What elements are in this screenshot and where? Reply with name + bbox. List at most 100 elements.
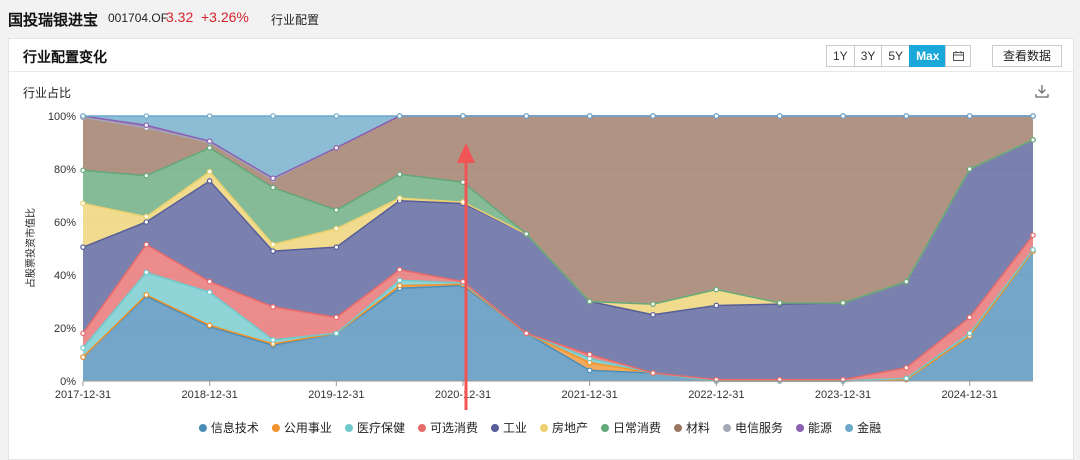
data-point [206, 138, 213, 144]
data-point [80, 200, 86, 207]
data-point [80, 345, 86, 351]
legend-marker [539, 424, 548, 432]
legend-marker [796, 424, 805, 432]
data-point [333, 225, 340, 232]
data-point [206, 278, 213, 285]
data-point [143, 172, 150, 179]
data-point [903, 278, 910, 285]
data-point [966, 314, 973, 321]
legend-item[interactable]: 金融 [845, 420, 881, 435]
data-point [270, 241, 276, 248]
data-point [650, 311, 656, 318]
data-point [1030, 113, 1036, 119]
data-point [523, 231, 530, 237]
x-tick-label: 2024-12-31 [942, 389, 998, 401]
data-point [650, 301, 656, 307]
data-point [586, 367, 593, 374]
stacked-area-chart: 0% 20% 40% 60% 80% 100% 2017-12-31 2018-12-31 2… [24, 111, 1036, 435]
legend-item[interactable]: 公用事业 [271, 421, 332, 435]
data-point [333, 314, 340, 321]
data-point [713, 302, 720, 309]
data-point [206, 145, 213, 151]
data-point [270, 337, 276, 343]
data-point [523, 113, 530, 119]
data-point [206, 113, 213, 119]
data-point [903, 364, 910, 371]
legend-marker [417, 424, 426, 432]
x-tick-label: 2019-12-31 [308, 389, 364, 401]
data-point [143, 213, 150, 220]
data-point [396, 282, 403, 289]
data-point [776, 300, 783, 306]
data-point [333, 113, 340, 119]
legend-item[interactable]: 可选消费 [417, 421, 478, 435]
legend-item[interactable]: 能源 [796, 421, 832, 435]
legend-marker [344, 424, 353, 432]
data-point [523, 330, 530, 337]
legend-label: 可选消费 [430, 421, 478, 435]
data-point [143, 219, 150, 225]
legend-marker [601, 424, 610, 432]
legend-item[interactable]: 医疗保健 [344, 421, 405, 435]
data-point [270, 184, 276, 191]
data-point [776, 113, 783, 119]
data-point [966, 113, 973, 119]
data-point [333, 145, 340, 151]
y-tick-label: 80% [54, 164, 76, 176]
legend-label: 材料 [686, 421, 710, 435]
data-point [396, 113, 403, 119]
legend-marker [674, 424, 683, 432]
data-point [333, 244, 340, 250]
legend-label: 金融 [857, 420, 881, 435]
data-point [840, 113, 846, 119]
data-point [333, 330, 340, 337]
data-point [903, 113, 910, 119]
data-point [396, 266, 403, 273]
data-point [80, 113, 86, 119]
data-point [713, 113, 720, 119]
legend-label: 能源 [808, 421, 832, 435]
data-point [966, 166, 973, 172]
legend-item[interactable]: 材料 [674, 421, 710, 435]
data-point [143, 241, 150, 248]
y-tick-label: 0% [60, 376, 76, 388]
data-point [1030, 247, 1036, 253]
legend-item[interactable]: 房地产 [539, 420, 588, 435]
legend-item[interactable]: 电信服务 [723, 420, 783, 435]
data-point [460, 113, 466, 119]
data-point [586, 298, 593, 305]
x-tick-label: 2020-12-31 [435, 389, 491, 401]
data-point [713, 286, 720, 293]
data-point [396, 171, 403, 178]
y-tick-label: 40% [54, 270, 76, 282]
x-tick-label: 2018-12-31 [182, 389, 238, 401]
data-point [270, 248, 276, 254]
legend-marker [723, 424, 732, 432]
data-point [396, 195, 403, 201]
legend-item[interactable]: 工业 [490, 421, 527, 435]
legend-marker [198, 424, 207, 432]
legend-marker [271, 424, 280, 432]
legend-label: 信息技术 [211, 420, 259, 435]
data-point [206, 178, 213, 184]
data-point [586, 113, 593, 119]
y-tick-label: 20% [54, 323, 76, 335]
y-tick-label: 60% [54, 217, 76, 229]
data-point [333, 207, 340, 213]
data-point [143, 292, 150, 298]
legend-label: 公用事业 [284, 421, 332, 435]
x-tick-label: 2017-12-31 [55, 389, 111, 401]
legend-label: 医疗保健 [357, 421, 405, 435]
x-tick-label: 2023-12-31 [815, 389, 871, 401]
data-point [1030, 232, 1036, 239]
legend-item[interactable]: 信息技术 [198, 420, 259, 435]
x-tick-label: 2021-12-31 [562, 389, 618, 401]
data-point [396, 277, 403, 284]
data-point [143, 113, 150, 119]
y-tick-label: 100% [48, 111, 76, 123]
data-point [650, 113, 656, 119]
data-point [270, 175, 276, 182]
legend-item[interactable]: 日常消费 [601, 421, 661, 435]
data-point [650, 370, 656, 376]
legend-marker [845, 424, 854, 432]
